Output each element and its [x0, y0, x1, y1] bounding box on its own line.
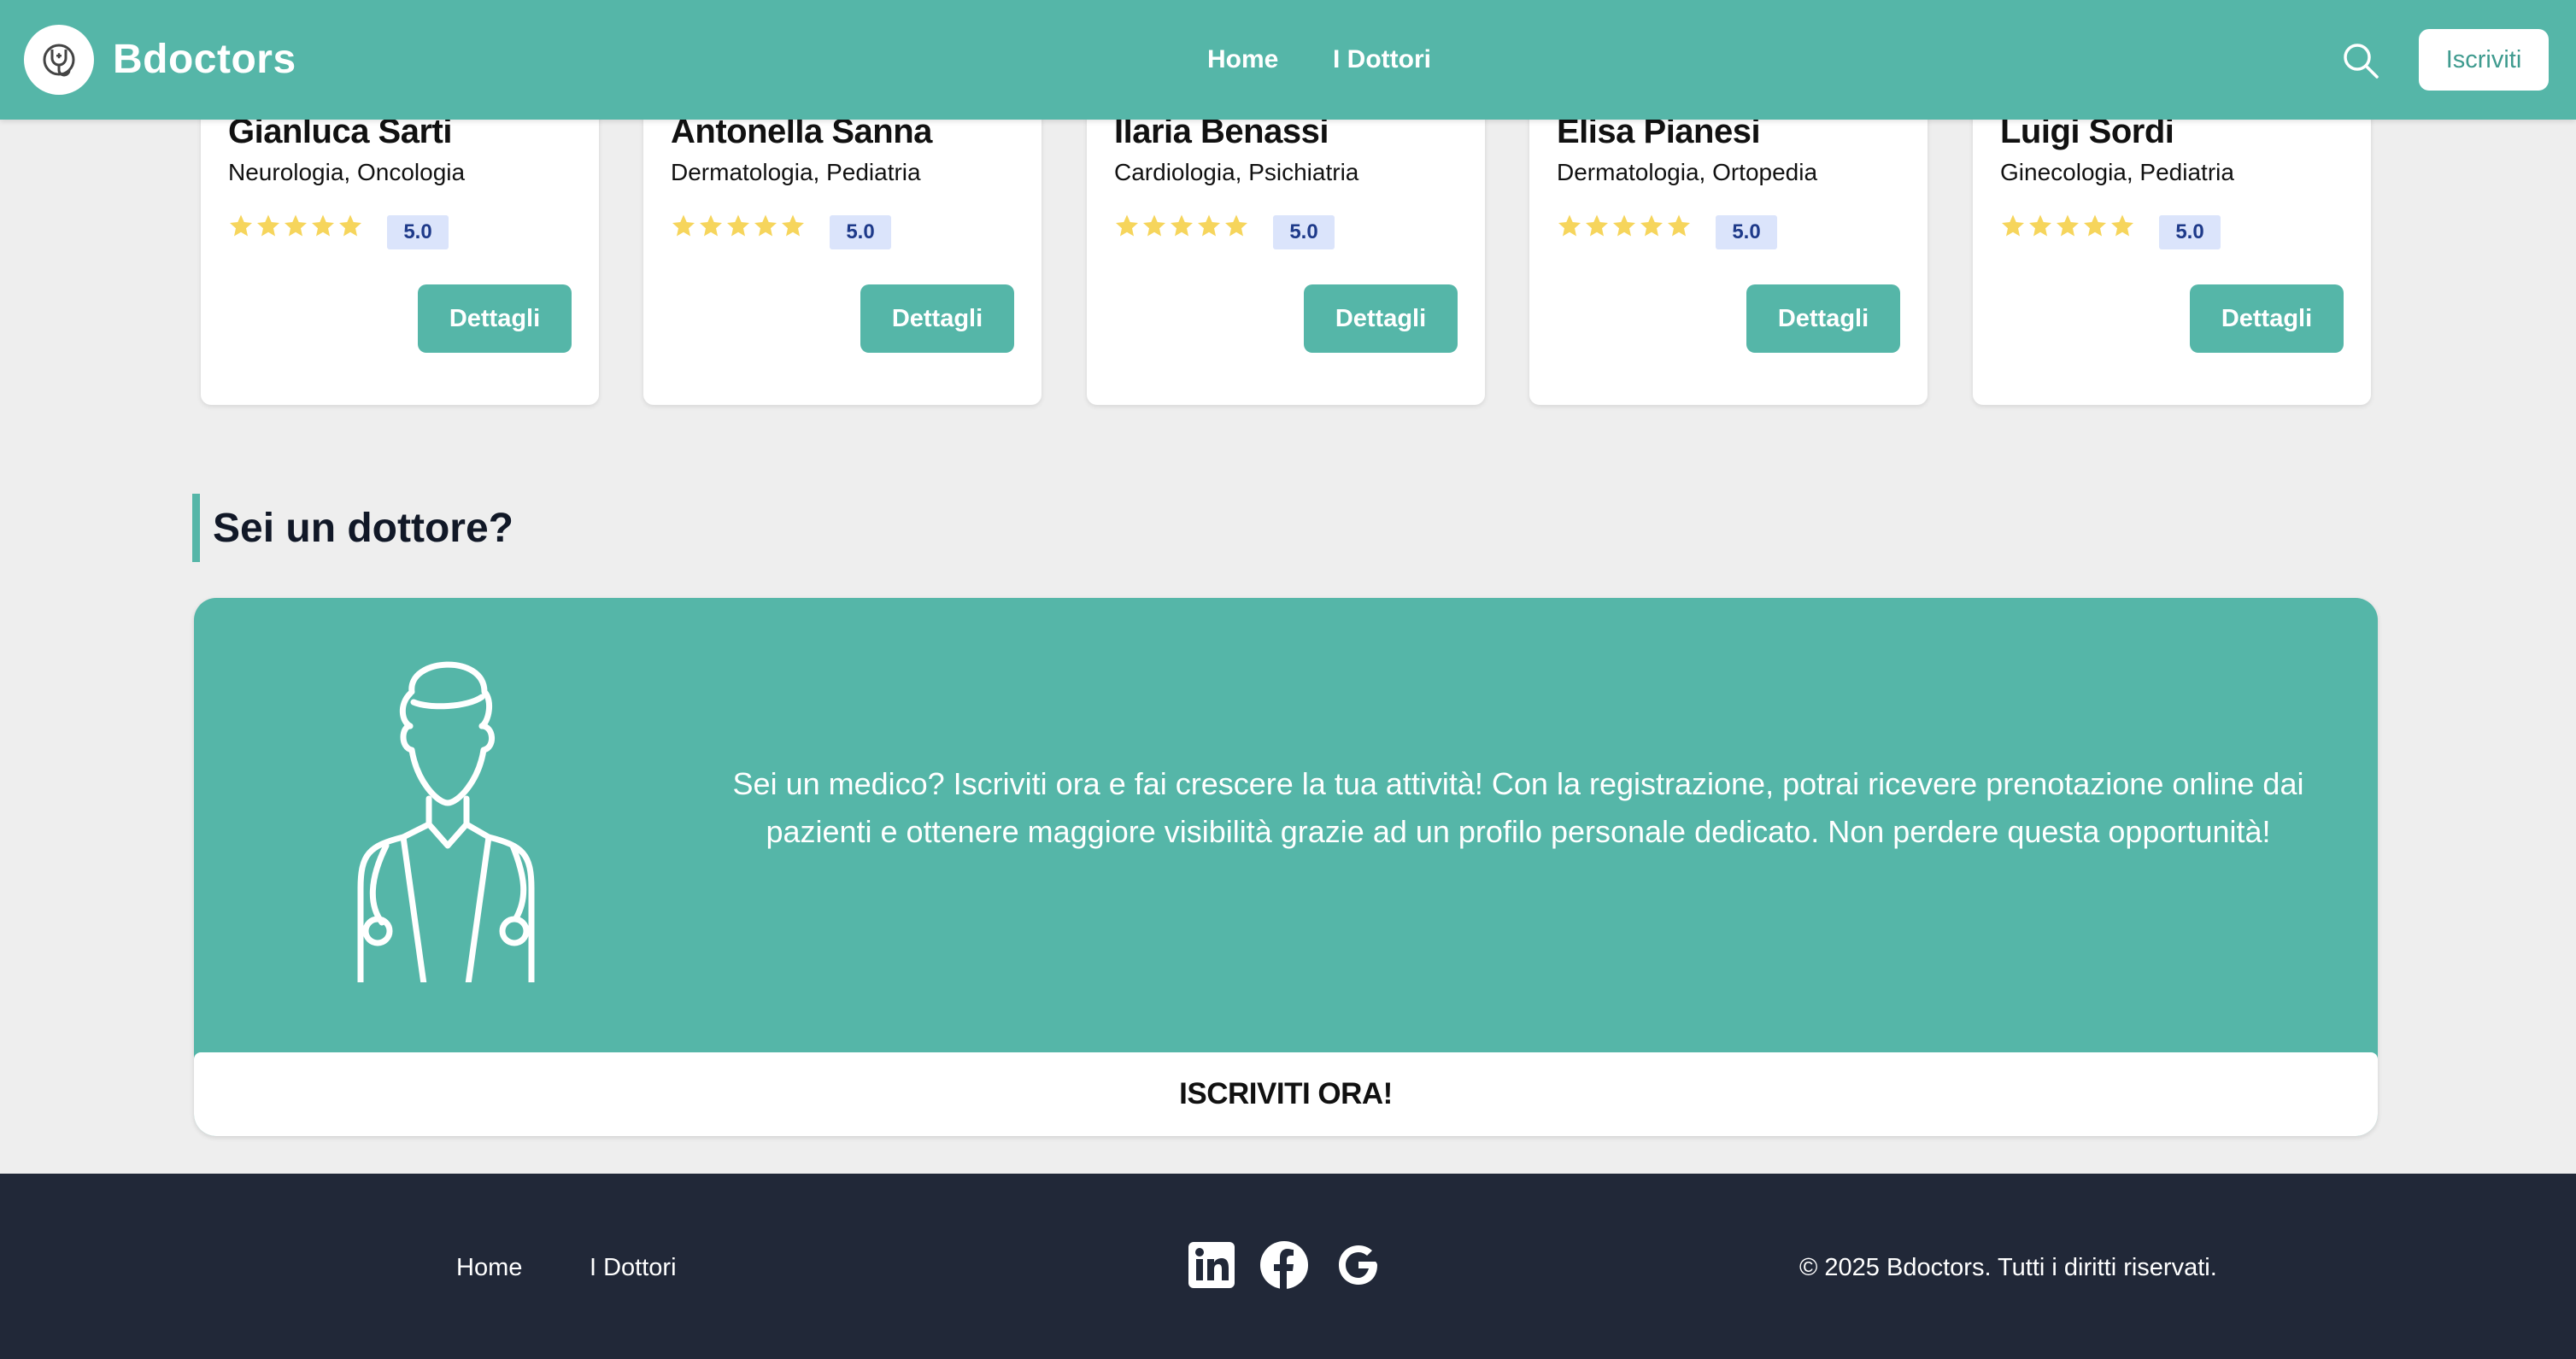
- star-icon: [339, 214, 361, 237]
- doctor-signup-banner: Sei un medico? Iscriviti ora e fai cresc…: [194, 598, 2378, 1136]
- doctor-card: Luigi Sordi Ginecologia, Pediatria 5.0 D…: [1973, 85, 2371, 405]
- star-icon: [1225, 214, 1247, 237]
- star-icon: [2029, 214, 2051, 237]
- promo-text: Sei un medico? Iscriviti ora e fai cresc…: [732, 766, 2304, 849]
- register-now-button[interactable]: ISCRIVITI ORA!: [194, 1052, 2378, 1136]
- details-button[interactable]: Dettagli: [860, 284, 1014, 353]
- doctor-illustration-icon: [357, 661, 535, 982]
- rating-badge: 5.0: [1716, 215, 1777, 249]
- footer: Home I Dottori © 2025 Bdoctors. Tutti i …: [0, 1174, 2576, 1359]
- linkedin-icon[interactable]: [1187, 1240, 1236, 1290]
- star-icon: [1198, 214, 1220, 237]
- rating-stars: [2000, 214, 2135, 239]
- star-icon: [1668, 214, 1690, 237]
- star-icon: [672, 214, 695, 237]
- rating-badge: 5.0: [387, 215, 449, 249]
- star-icon: [727, 214, 749, 237]
- doctor-specialties: Neurologia, Oncologia: [228, 159, 466, 185]
- star-icon: [312, 214, 334, 237]
- details-button[interactable]: Dettagli: [418, 284, 572, 353]
- rating-stars: [1557, 214, 1692, 239]
- google-icon[interactable]: [1334, 1240, 1383, 1290]
- star-icon: [1586, 214, 1608, 237]
- details-button[interactable]: Dettagli: [2190, 284, 2344, 353]
- star-icon: [754, 214, 777, 237]
- star-icon: [1171, 214, 1193, 237]
- star-icon: [2057, 214, 2079, 237]
- top-navbar: Bdoctors Home I Dottori Iscriviti: [0, 0, 2576, 120]
- star-icon: [1143, 214, 1165, 237]
- rating-badge: 5.0: [2159, 215, 2221, 249]
- star-icon: [782, 214, 804, 237]
- section-title: Sei un dottore?: [213, 506, 513, 551]
- details-button[interactable]: Dettagli: [1304, 284, 1458, 353]
- doctor-card: Elisa Pianesi Dermatologia, Ortopedia 5.…: [1529, 85, 1928, 405]
- star-icon: [1613, 214, 1635, 237]
- star-icon: [1116, 214, 1138, 237]
- rating-stars: [228, 214, 363, 239]
- nav-i-dottori[interactable]: I Dottori: [1333, 43, 1431, 77]
- rating-stars: [671, 214, 806, 239]
- signup-button[interactable]: Iscriviti: [2419, 29, 2549, 91]
- logo[interactable]: [24, 25, 94, 95]
- star-icon: [1558, 214, 1581, 237]
- star-icon: [2084, 214, 2106, 237]
- star-icon: [230, 214, 252, 237]
- star-icon: [2111, 214, 2133, 237]
- doctor-specialties: Dermatologia, Ortopedia: [1557, 159, 1818, 185]
- rating-stars: [1114, 214, 1249, 239]
- brand-name[interactable]: Bdoctors: [113, 32, 296, 87]
- doctor-card: Antonella Sanna Dermatologia, Pediatria …: [643, 85, 1042, 405]
- copyright-text: © 2025 Bdoctors. Tutti i diritti riserva…: [1799, 1254, 2217, 1281]
- doctor-specialties: Dermatologia, Pediatria: [671, 159, 921, 185]
- details-button[interactable]: Dettagli: [1746, 284, 1900, 353]
- nav-home[interactable]: Home: [1207, 43, 1278, 77]
- search-icon[interactable]: [2341, 41, 2380, 80]
- doctor-specialties: Ginecologia, Pediatria: [2000, 159, 2234, 185]
- rating-badge: 5.0: [1273, 215, 1335, 249]
- footer-link-i-dottori[interactable]: I Dottori: [590, 1252, 677, 1283]
- star-icon: [1640, 214, 1663, 237]
- star-icon: [257, 214, 279, 237]
- star-icon: [2002, 214, 2024, 237]
- section-accent-bar: [192, 494, 200, 562]
- doctor-specialties: Cardiologia, Psichiatria: [1114, 159, 1359, 185]
- star-icon: [700, 214, 722, 237]
- footer-link-home[interactable]: Home: [456, 1252, 522, 1283]
- stethoscope-logo-icon: [43, 44, 75, 77]
- facebook-icon[interactable]: [1259, 1240, 1309, 1290]
- rating-badge: 5.0: [830, 215, 891, 249]
- star-icon: [285, 214, 307, 237]
- doctor-card: Gianluca Sarti Neurologia, Oncologia 5.0…: [201, 85, 599, 405]
- doctor-card: Ilaria Benassi Cardiologia, Psichiatria …: [1087, 85, 1485, 405]
